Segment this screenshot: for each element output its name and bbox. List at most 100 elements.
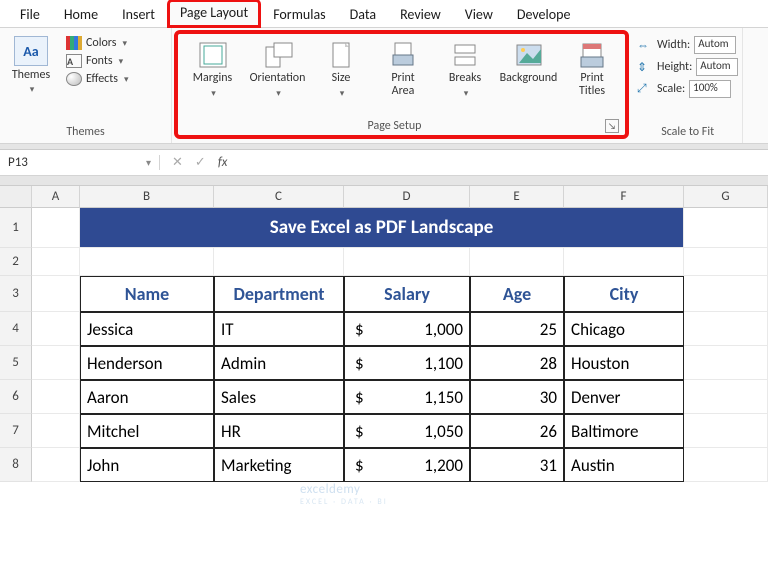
tab-developer[interactable]: Develope [505,2,583,27]
cancel-icon: ✕ [172,155,183,170]
table-cell-city[interactable]: Austin [564,448,684,482]
chevron-down-icon [462,87,469,100]
row-header-4[interactable]: 4 [0,312,32,346]
row-header-5[interactable]: 5 [0,346,32,380]
col-header-a[interactable]: A [32,186,80,208]
chevron-down-icon: ▾ [146,156,151,169]
effects-button[interactable]: Effects [66,72,128,86]
col-header-b[interactable]: B [80,186,214,208]
table-cell-dept[interactable]: IT [214,312,344,346]
width-value[interactable]: Autom [694,36,736,54]
chevron-down-icon [117,54,124,68]
row-header-1[interactable]: 1 [0,208,32,248]
table-cell-name[interactable]: Mitchel [80,414,214,448]
row-header-6[interactable]: 6 [0,380,32,414]
table-cell-age[interactable]: 28 [470,346,564,380]
table-cell-age[interactable]: 30 [470,380,564,414]
table-cell-dept[interactable]: Admin [214,346,344,380]
table-cell-salary[interactable]: $1,050 [344,414,470,448]
group-page-setup: Margins Orientation Size [174,30,629,139]
height-value[interactable]: Autom [696,58,738,76]
width-control[interactable]: ⇔ Width: Autom [637,36,736,54]
col-header-f[interactable]: F [564,186,684,208]
row-header-2[interactable]: 2 [0,248,32,276]
table-cell-name[interactable]: John [80,448,214,482]
col-header-g[interactable]: G [684,186,768,208]
group-scale-to-fit-label: Scale to Fit [637,123,738,143]
group-scale-to-fit: ⇔ Width: Autom ⇕ Height: Autom ⤢ Scale: … [631,28,743,143]
row-header-3[interactable]: 3 [0,276,32,312]
scale-value[interactable]: 100% [689,80,731,98]
table-cell-salary[interactable]: $1,100 [344,346,470,380]
table-cell-dept[interactable]: Sales [214,380,344,414]
table-cell-age[interactable]: 25 [470,312,564,346]
breaks-button[interactable]: Breaks [436,38,494,100]
tab-page-layout[interactable]: Page Layout [167,0,261,28]
size-icon [324,40,358,70]
table-header-name[interactable]: Name [80,276,214,312]
scale-control[interactable]: ⤢ Scale: 100% [637,80,731,98]
formula-bar-row: P13 ▾ ✕ ✓ fx [0,150,768,176]
table-cell-name[interactable]: Jessica [80,312,214,346]
tab-review[interactable]: Review [388,2,453,27]
chevron-down-icon [120,36,127,50]
table-cell-dept[interactable]: Marketing [214,448,344,482]
orientation-button[interactable]: Orientation [247,38,308,100]
name-box[interactable]: P13 ▾ [0,155,160,170]
tab-insert[interactable]: Insert [110,2,167,27]
cell[interactable] [684,208,768,248]
margins-icon [196,40,230,70]
margins-button[interactable]: Margins [182,38,243,100]
colors-button[interactable]: Colors [66,36,128,50]
table-header-city[interactable]: City [564,276,684,312]
table-cell-age[interactable]: 31 [470,448,564,482]
col-header-e[interactable]: E [470,186,564,208]
table-cell-dept[interactable]: HR [214,414,344,448]
themes-icon: Aa [14,36,48,66]
ribbon: Aa Themes Colors A Fonts Effects [0,28,768,144]
page-setup-dialog-launcher[interactable]: ↘ [605,119,619,133]
tab-home[interactable]: Home [52,2,110,27]
table-header-age[interactable]: Age [470,276,564,312]
select-all-corner[interactable] [0,186,32,208]
size-button[interactable]: Size [312,38,370,100]
col-header-d[interactable]: D [344,186,470,208]
print-titles-button[interactable]: Print Titles [563,38,621,100]
table-cell-salary[interactable]: $1,200 [344,448,470,482]
table-cell-name[interactable]: Henderson [80,346,214,380]
table-cell-age[interactable]: 26 [470,414,564,448]
table-cell-city[interactable]: Baltimore [564,414,684,448]
table-cell-city[interactable]: Houston [564,346,684,380]
table-header-dept[interactable]: Department [214,276,344,312]
tab-view[interactable]: View [453,2,505,27]
tab-data[interactable]: Data [338,2,388,27]
group-page-setup-label: Page Setup [368,119,422,133]
scale-icon: ⤢ [637,82,653,96]
table-cell-salary[interactable]: $1,000 [344,312,470,346]
table-cell-city[interactable]: Chicago [564,312,684,346]
chevron-down-icon [209,87,216,100]
title-cell[interactable]: Save Excel as PDF Landscape [80,208,684,248]
print-area-button[interactable]: Print Area [374,38,432,100]
watermark: exceldemy EXCEL · DATA · BI [300,482,388,507]
effects-label: Effects [86,72,118,86]
fx-icon[interactable]: fx [218,155,228,170]
tab-file[interactable]: File [8,2,52,27]
fonts-button[interactable]: A Fonts [66,54,128,68]
breaks-icon [448,40,482,70]
tab-formulas[interactable]: Formulas [261,2,337,27]
cell[interactable] [32,208,80,248]
background-button[interactable]: Background [498,38,559,100]
table-cell-city[interactable]: Denver [564,380,684,414]
row-header-8[interactable]: 8 [0,448,32,482]
height-control[interactable]: ⇕ Height: Autom [637,58,738,76]
themes-button[interactable]: Aa Themes [4,36,58,96]
table-cell-salary[interactable]: $1,150 [344,380,470,414]
worksheet[interactable]: A B C D E F G 1 Save Excel as PDF Landsc… [0,186,768,482]
table-header-salary[interactable]: Salary [344,276,470,312]
colors-label: Colors [86,36,116,50]
row-header-7[interactable]: 7 [0,414,32,448]
table-cell-name[interactable]: Aaron [80,380,214,414]
colors-icon [66,36,82,50]
col-header-c[interactable]: C [214,186,344,208]
